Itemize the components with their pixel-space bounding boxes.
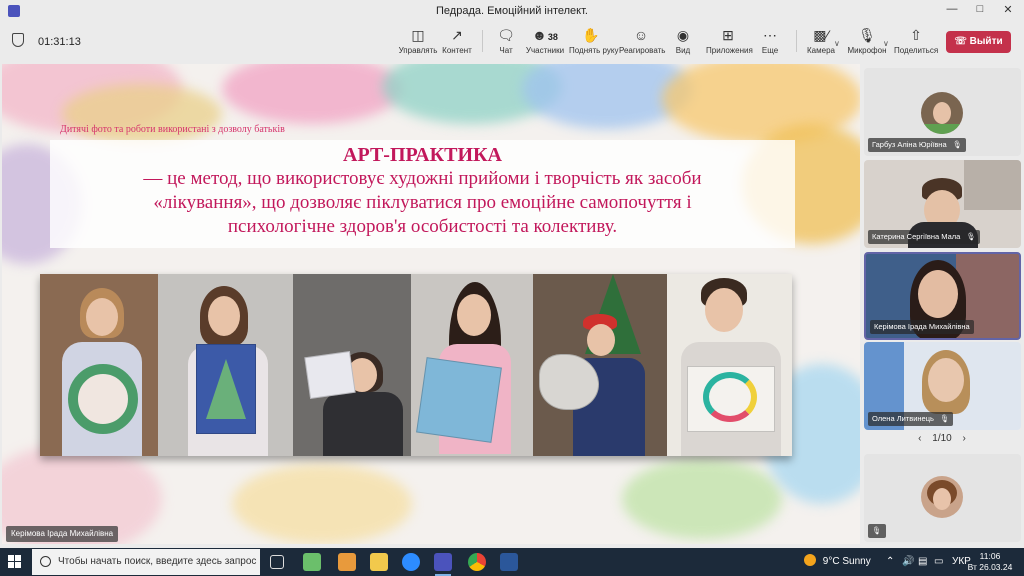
volume-icon[interactable]: 🔊: [902, 548, 914, 576]
raise-hand-icon: ✋: [582, 27, 600, 43]
microphone-off-icon: 🎙: [952, 140, 963, 149]
apps-icon: ⊞: [722, 27, 734, 43]
photo-child-wreath: [40, 274, 158, 456]
word-icon[interactable]: [500, 553, 518, 571]
share-icon: ⇧: [910, 27, 922, 43]
slide-heading: АРТ-ПРАКТИКА: [343, 144, 502, 166]
minimize-icon[interactable]: —: [940, 3, 964, 15]
meeting-timer: 01:31:13: [38, 36, 81, 48]
chat-icon: 🗨: [497, 27, 515, 43]
paint-icon[interactable]: [338, 553, 356, 571]
search-placeholder: Чтобы начать поиск, введите здесь запрос: [58, 556, 257, 567]
maximize-icon[interactable]: □: [968, 3, 992, 15]
photo-child-owl: [533, 274, 667, 456]
photo-child-mosaic: [293, 274, 411, 456]
participant-name-label: Гарбуз Аліна Юріївна 🎙: [868, 138, 967, 152]
toolbar-divider: [796, 30, 797, 52]
decor-blob: [222, 64, 402, 124]
weather-widget[interactable]: 9°C Sunny: [804, 548, 871, 576]
taskbar-clock[interactable]: 11:06 Вт 26.03.24: [962, 551, 1018, 573]
clock-time: 11:06: [979, 551, 1001, 561]
decor-blob: [622, 459, 782, 539]
chevron-down-icon[interactable]: ∨: [883, 39, 889, 48]
close-icon[interactable]: ✕: [996, 3, 1020, 16]
photo-child-chameleon: [667, 274, 792, 456]
slide-body-line: — це метод, що використовує художні прий…: [143, 168, 702, 189]
sun-icon: [804, 554, 816, 566]
toolbar-divider: [482, 30, 483, 52]
window-title: Педрада. Емоційний інтелект.: [436, 5, 588, 17]
participant-name-label: Керімова Ірада Михайлівна: [870, 320, 974, 334]
file-explorer-icon[interactable]: [370, 553, 388, 571]
windows-start-icon[interactable]: [8, 555, 22, 569]
chevron-down-icon[interactable]: ∨: [834, 39, 840, 48]
react-icon: ☺: [633, 27, 649, 43]
microphone-off-icon: 🎙: [966, 232, 976, 241]
slide-caption: Дитячі фото та роботи використані з дозв…: [60, 124, 285, 135]
window-titlebar: Педрада. Емоційний інтелект. — □ ✕: [0, 0, 1024, 22]
photo-child-tree: [158, 274, 293, 456]
share-button[interactable]: ⇧ Поделиться: [894, 26, 938, 60]
participant-tile[interactable]: Гарбуз Аліна Юріївна 🎙: [864, 68, 1021, 156]
view-button[interactable]: ◉ Вид: [661, 26, 705, 60]
decor-blob: [62, 84, 222, 144]
page-indicator: 1/10: [932, 433, 952, 444]
presenter-name-label: Керімова Ірада Михайлівна: [6, 526, 119, 542]
microphone-off-icon: 🎙: [872, 526, 882, 535]
participants-button[interactable]: ☻38 Участники: [523, 26, 567, 60]
more-icon: ⋯: [763, 27, 777, 43]
shared-screen: Дитячі фото та роботи використані з дозв…: [2, 64, 860, 544]
decor-blob: [232, 464, 412, 544]
phone-hangup-icon: ☏: [954, 36, 967, 47]
children-artwork-photos: [40, 274, 792, 456]
participant-count: 38: [547, 32, 558, 42]
react-button[interactable]: ☺ Реагировать: [619, 26, 665, 60]
leave-button[interactable]: ☏ Выйти: [946, 31, 1011, 53]
participant-name-label: Олена Литвинець 🎙: [868, 412, 954, 426]
slide-body-line: «лікування», що дозволяє піклуватися про…: [153, 192, 692, 213]
avatar: [921, 92, 963, 134]
view-icon: ◉: [676, 27, 690, 43]
teams-icon[interactable]: [434, 553, 452, 571]
raise-hand-button[interactable]: ✋ Поднять руку: [569, 26, 618, 60]
manage-button[interactable]: ◫ Управлять: [396, 26, 440, 60]
chat-button[interactable]: 🗨 Чат: [484, 26, 528, 60]
microphone-off-icon: 🎙: [939, 414, 950, 423]
slide-text-box: АРТ-ПРАКТИКА — це метод, що використовує…: [50, 140, 795, 248]
participant-name-label: Катерина Сергіївна Мала 🎙: [868, 230, 980, 244]
participants-icon: ☻38: [532, 27, 558, 43]
slide-body-line: психологічне здоров'я особистості та кол…: [227, 216, 618, 237]
search-icon: [40, 556, 51, 567]
content-icon: ↗: [451, 27, 463, 43]
chrome-icon[interactable]: [468, 553, 486, 571]
avatar: [921, 476, 963, 518]
meeting-toolbar: 01:31:13 ◫ Управлять ↗ Контент 🗨 Чат ☻38…: [0, 22, 1024, 62]
shield-icon[interactable]: [12, 33, 24, 47]
chevron-up-icon[interactable]: ⌃: [886, 548, 894, 576]
zoom-icon[interactable]: [402, 553, 420, 571]
chevron-right-icon[interactable]: ›: [963, 433, 966, 444]
chevron-left-icon[interactable]: ‹: [918, 433, 921, 444]
network-icon[interactable]: ▤: [918, 548, 927, 576]
app-icon[interactable]: [303, 553, 321, 571]
self-microphone-off-badge: 🎙: [868, 524, 886, 538]
clock-date: Вт 26.03.24: [967, 562, 1013, 572]
battery-icon[interactable]: ▭: [934, 548, 943, 576]
more-button[interactable]: ⋯ Еще: [748, 26, 792, 60]
participant-tile-active-speaker[interactable]: Керімова Ірада Михайлівна: [864, 252, 1021, 340]
participant-gallery: Гарбуз Аліна Юріївна 🎙 Катерина Сергіївна…: [862, 64, 1024, 544]
participant-tile[interactable]: Олена Литвинець 🎙: [864, 342, 1021, 430]
taskbar-search-box[interactable]: Чтобы начать поиск, введите здесь запрос: [32, 549, 260, 575]
gallery-pager: ‹ 1/10 ›: [862, 433, 1022, 444]
manage-icon: ◫: [411, 27, 425, 43]
windows-taskbar: Чтобы начать поиск, введите здесь запрос…: [0, 548, 1024, 576]
content-button[interactable]: ↗ Контент: [435, 26, 479, 60]
photo-child-bullfinch: [411, 274, 533, 456]
self-view-tile[interactable]: 🎙: [864, 454, 1021, 542]
apps-button[interactable]: ⊞ Приложения: [706, 26, 753, 60]
task-view-icon[interactable]: [270, 555, 284, 569]
participant-tile[interactable]: Катерина Сергіївна Мала 🎙: [864, 160, 1021, 248]
